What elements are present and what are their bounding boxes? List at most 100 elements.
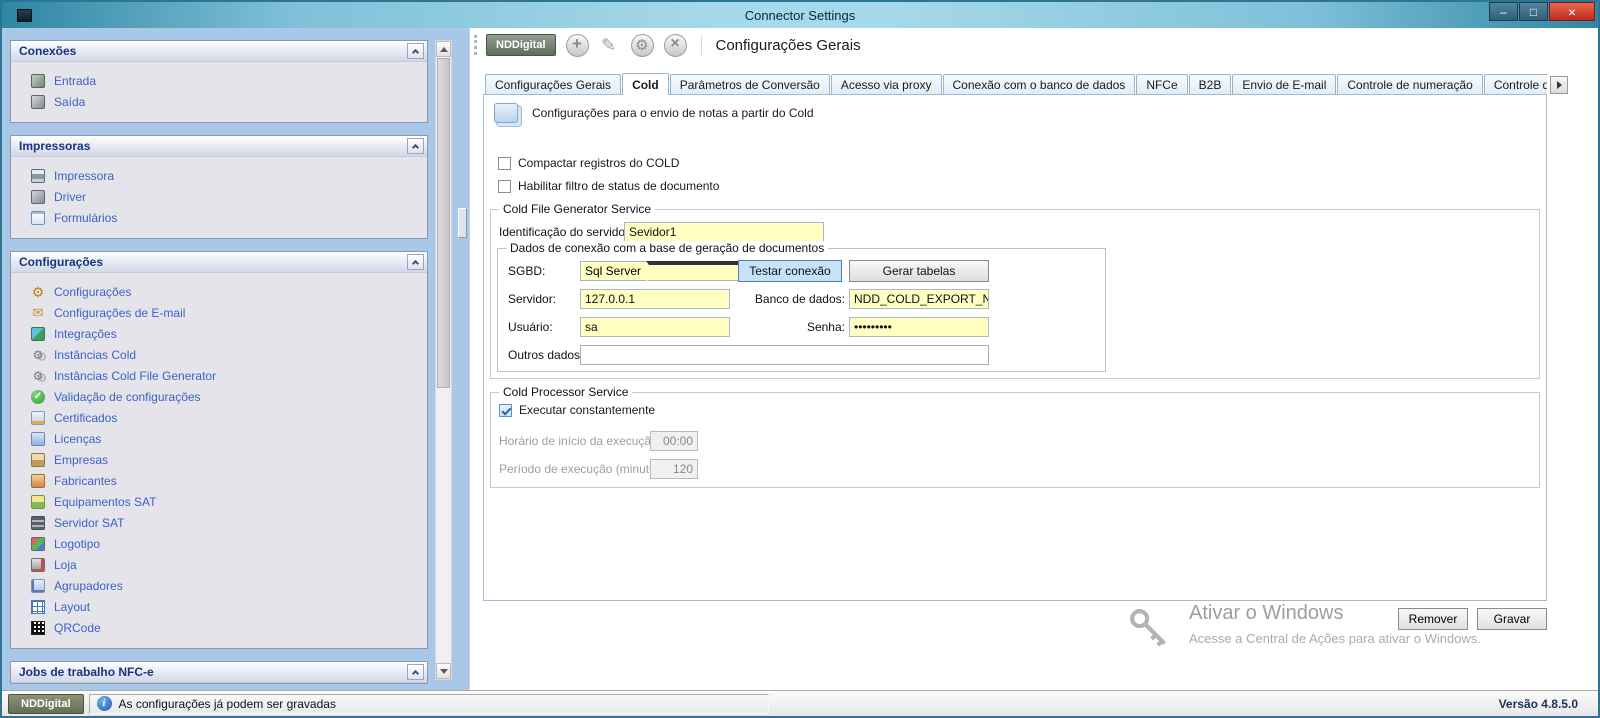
minimize-button[interactable]: –	[1489, 2, 1518, 21]
titlebar: Connector Settings – □ ×	[2, 2, 1598, 28]
status-filter-checkbox[interactable]	[498, 180, 511, 193]
sidebar-panel-impressoras: Impressoras Impressora Driver	[10, 135, 428, 239]
sidebar-item-instancias-cold-file-generator[interactable]: Instâncias Cold File Generator	[31, 365, 421, 386]
panel-header-jobs-nfce[interactable]: Jobs de trabalho NFC-e	[11, 662, 427, 683]
sidebar-item-qrcode[interactable]: QRCode	[31, 617, 421, 638]
tab-scroll-right-button[interactable]	[1550, 76, 1568, 94]
period-label: Período de execução (minutos):	[499, 459, 669, 479]
start-time-label: Horário de início da execução:	[499, 431, 661, 451]
tab-parametros-conversao[interactable]: Parâmetros de Conversão	[670, 74, 830, 94]
database-label: Banco de dados:	[750, 289, 845, 309]
sidebar-item-equipamentos-sat[interactable]: Equipamentos SAT	[31, 491, 421, 512]
dropdown-arrow-icon[interactable]	[712, 262, 729, 280]
tab-controle-ordem[interactable]: Controle de ordem d	[1484, 74, 1547, 94]
sidebar-item-integracoes[interactable]: Integrações	[31, 323, 421, 344]
sidebar-item-layout[interactable]: Layout	[31, 596, 421, 617]
server-input[interactable]: 127.0.0.1	[580, 289, 730, 309]
logo-icon	[31, 537, 45, 551]
sidebar-scrollbar[interactable]	[435, 40, 452, 680]
sidebar-item-impressora[interactable]: Impressora	[31, 165, 421, 186]
sidebar-item-fabricantes[interactable]: Fabricantes	[31, 470, 421, 491]
gear-button[interactable]	[631, 34, 654, 57]
sidebar-item-loja[interactable]: Loja	[31, 554, 421, 575]
chevron-up-icon	[412, 260, 419, 267]
other-data-input[interactable]	[580, 345, 989, 365]
remove-button[interactable]: Remover	[1398, 608, 1468, 630]
sidebar-item-licencas[interactable]: Licenças	[31, 428, 421, 449]
sidebar-item-saida[interactable]: Saída	[31, 91, 421, 112]
panel-header-conexoes[interactable]: Conexões	[11, 41, 427, 62]
sidebar-item-label: Layout	[54, 600, 90, 614]
tab-nfce[interactable]: NFCe	[1136, 74, 1187, 94]
tab-controle-numeracao[interactable]: Controle de numeração	[1337, 74, 1482, 94]
sidebar-item-empresas[interactable]: Empresas	[31, 449, 421, 470]
tab-acesso-proxy[interactable]: Acesso via proxy	[831, 74, 942, 94]
tab-configuracoes-gerais[interactable]: Configurações Gerais	[485, 74, 621, 94]
sidebar-item-servidor-sat[interactable]: Servidor SAT	[31, 512, 421, 533]
info-icon	[97, 696, 112, 711]
sidebar-item-configuracoes[interactable]: Configurações	[31, 281, 421, 302]
tab-strip: Configurações Gerais Cold Parâmetros de …	[483, 73, 1547, 95]
sidebar-item-configuracoes-email[interactable]: Configurações de E-mail	[31, 302, 421, 323]
server-id-input[interactable]: Sevidor1	[624, 222, 824, 242]
tab-envio-email[interactable]: Envio de E-mail	[1232, 74, 1336, 94]
run-constantly-checkbox[interactable]	[499, 404, 512, 417]
checkbox-label: Executar constantemente	[519, 403, 655, 417]
sidebar-item-agrupadores[interactable]: Agrupadores	[31, 575, 421, 596]
saida-icon	[31, 95, 45, 109]
collapse-button[interactable]	[407, 254, 424, 270]
collapse-button[interactable]	[407, 43, 424, 59]
splitter[interactable]	[456, 28, 470, 690]
sidebar-item-logotipo[interactable]: Logotipo	[31, 533, 421, 554]
sidebar-item-label: Fabricantes	[54, 474, 117, 488]
database-input[interactable]: NDD_COLD_EXPORT_NF	[849, 289, 989, 309]
password-input[interactable]: •••••••••	[849, 317, 989, 337]
save-button[interactable]: Gravar	[1477, 608, 1547, 630]
compact-cold-checkbox[interactable]	[498, 157, 511, 170]
scroll-up-button[interactable]	[436, 41, 451, 57]
cancel-button[interactable]	[664, 34, 687, 57]
user-input[interactable]: sa	[580, 317, 730, 337]
generate-tables-button[interactable]: Gerar tabelas	[849, 260, 989, 282]
test-connection-button[interactable]: Testar conexão	[738, 260, 842, 282]
splitter-handle[interactable]	[458, 208, 467, 238]
tab-cold[interactable]: Cold	[622, 73, 669, 95]
action-buttons: Remover Gravar	[1398, 608, 1547, 630]
group-title: Cold File Generator Service	[499, 202, 655, 216]
sidebar-item-label: Instâncias Cold	[54, 348, 136, 362]
toolbar-grip-icon	[474, 35, 478, 55]
sidebar-panel-jobs-nfce: Jobs de trabalho NFC-e	[10, 661, 428, 684]
scroll-down-button[interactable]	[436, 663, 451, 679]
sidebar-item-label: Driver	[54, 190, 86, 204]
server-label: Servidor:	[508, 289, 556, 309]
tab-conexao-banco[interactable]: Conexão com o banco de dados	[943, 74, 1136, 94]
file-generator-group: Cold File Generator Service Identificaçã…	[490, 209, 1540, 379]
sidebar-item-validacao-configuracoes[interactable]: Validação de configurações	[31, 386, 421, 407]
maximize-button[interactable]: □	[1519, 2, 1548, 21]
check-circle-icon	[31, 390, 45, 404]
sidebar-item-entrada[interactable]: Entrada	[31, 70, 421, 91]
sat-server-icon	[31, 516, 45, 530]
gears-icon	[31, 348, 45, 362]
sidebar-item-label: Equipamentos SAT	[54, 495, 157, 509]
sgbd-select[interactable]: Sql Server	[580, 261, 730, 281]
edit-button[interactable]	[597, 33, 621, 57]
collapse-button[interactable]	[407, 664, 424, 680]
tab-b2b[interactable]: B2B	[1189, 74, 1232, 94]
sat-equipment-icon	[31, 495, 45, 509]
sidebar-item-formularios[interactable]: Formulários	[31, 207, 421, 228]
sidebar-item-label: Loja	[54, 558, 77, 572]
toolbar: NDDigital Configurações Gerais	[470, 28, 1598, 62]
email-icon	[31, 306, 45, 320]
collapse-button[interactable]	[407, 138, 424, 154]
scrollbar-thumb[interactable]	[437, 58, 450, 388]
panel-header-configuracoes[interactable]: Configurações	[11, 252, 427, 273]
close-button[interactable]: ×	[1549, 2, 1595, 21]
sidebar-item-instancias-cold[interactable]: Instâncias Cold	[31, 344, 421, 365]
add-button[interactable]	[566, 34, 589, 57]
sidebar-item-label: Configurações de E-mail	[54, 306, 185, 320]
sidebar-item-certificados[interactable]: Certificados	[31, 407, 421, 428]
sidebar-item-driver[interactable]: Driver	[31, 186, 421, 207]
panel-header-impressoras[interactable]: Impressoras	[11, 136, 427, 157]
app-window: Connector Settings – □ × Conexões Ent	[0, 0, 1600, 718]
